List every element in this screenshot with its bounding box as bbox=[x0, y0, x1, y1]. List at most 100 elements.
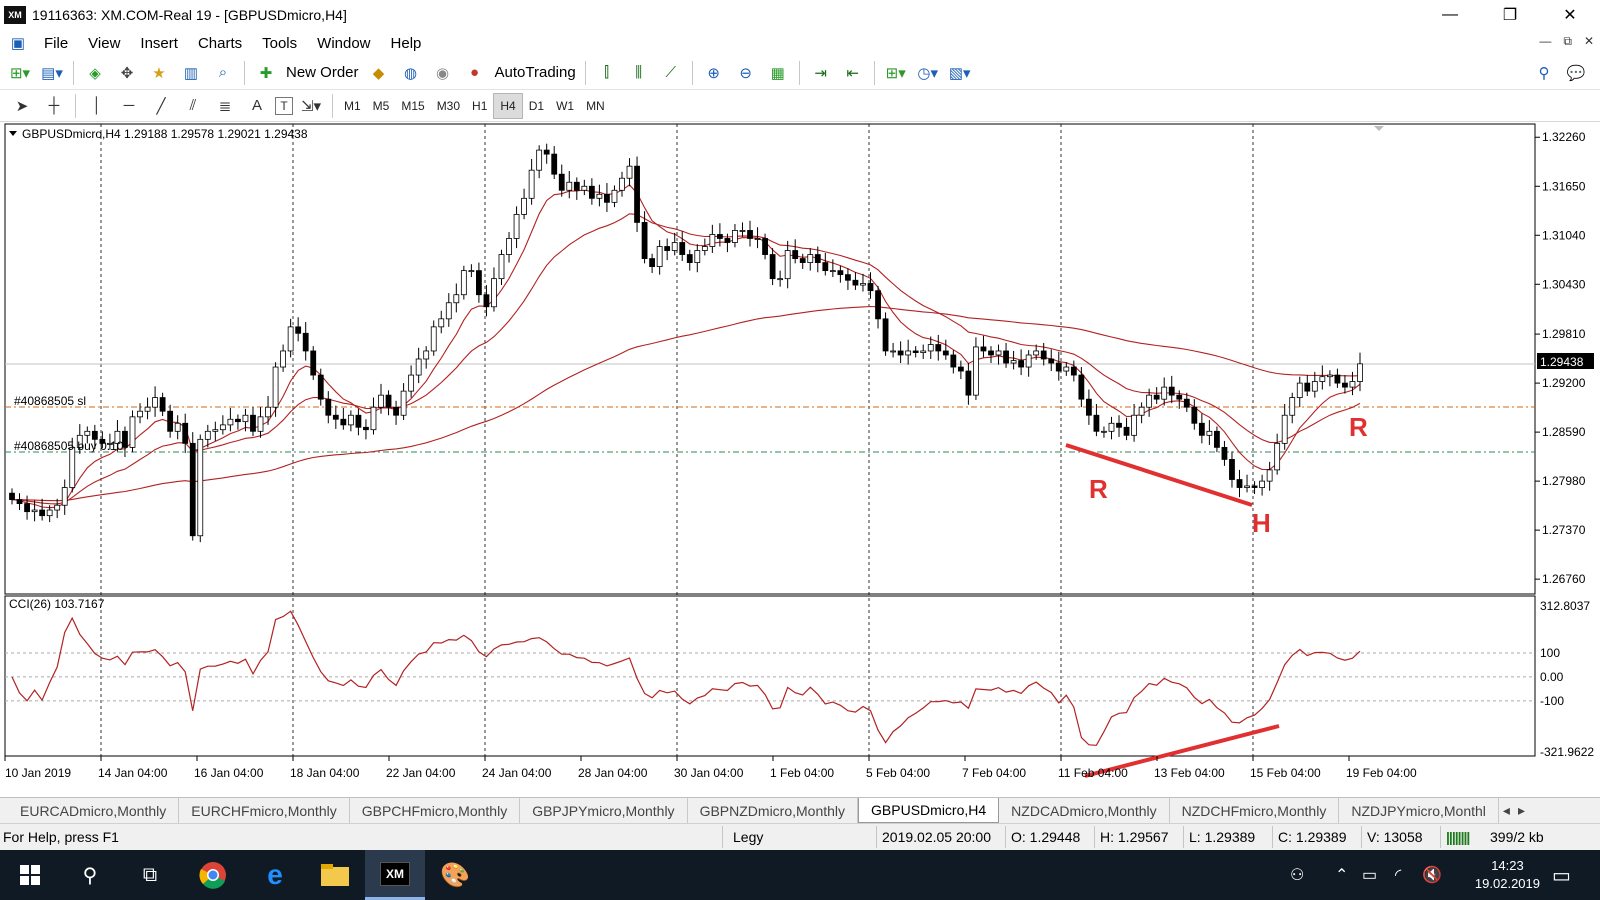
close-button[interactable]: ✕ bbox=[1540, 0, 1600, 30]
profiles-icon[interactable]: ▤▾ bbox=[38, 60, 66, 86]
clock-time: 14:23 bbox=[1491, 858, 1524, 873]
equidistant-channel-icon[interactable]: ⫽ bbox=[179, 93, 207, 119]
annotation-r-left: R bbox=[1089, 474, 1108, 504]
paint-icon[interactable]: 🎨 bbox=[425, 850, 485, 900]
timeframe-w1[interactable]: W1 bbox=[550, 94, 580, 118]
menu-tools[interactable]: Tools bbox=[252, 35, 307, 52]
search-icon[interactable]: ⚲ bbox=[1530, 60, 1558, 86]
bar-chart-icon[interactable]: ⫿ bbox=[593, 60, 621, 86]
zoom-out-icon[interactable]: ⊖ bbox=[732, 60, 760, 86]
timeframe-h1[interactable]: H1 bbox=[466, 94, 493, 118]
battery-icon[interactable]: ▭ bbox=[1362, 850, 1377, 900]
menu-help[interactable]: Help bbox=[381, 35, 432, 52]
candle-body bbox=[709, 234, 716, 247]
tab-nzdcad[interactable]: NZDCADmicro,Monthly bbox=[999, 798, 1170, 823]
autotrading-icon[interactable]: ● bbox=[461, 60, 489, 86]
metaeditor-icon[interactable]: ◆ bbox=[365, 60, 393, 86]
candle-body bbox=[1206, 430, 1213, 436]
navigator-icon[interactable]: ★ bbox=[145, 60, 173, 86]
menu-view[interactable]: View bbox=[78, 35, 130, 52]
menu-insert[interactable]: Insert bbox=[130, 35, 188, 52]
templates-icon[interactable]: ▧▾ bbox=[946, 60, 974, 86]
chart-shift-icon[interactable]: ⇤ bbox=[839, 60, 867, 86]
tile-windows-icon[interactable]: ▦ bbox=[764, 60, 792, 86]
signals-icon[interactable]: ◍ bbox=[397, 60, 425, 86]
fibonacci-icon[interactable]: ≣ bbox=[211, 93, 239, 119]
candle-body bbox=[897, 350, 904, 356]
auto-scroll-icon[interactable]: ⇥ bbox=[807, 60, 835, 86]
market-watch-icon[interactable]: ◈ bbox=[81, 60, 109, 86]
time-tick-label: 28 Jan 04:00 bbox=[578, 766, 648, 780]
volume-muted-icon[interactable]: 🔇 bbox=[1422, 850, 1442, 900]
indicators-icon[interactable]: ⊞▾ bbox=[882, 60, 910, 86]
candle-body bbox=[1085, 398, 1092, 416]
market-icon[interactable]: ◉ bbox=[429, 60, 457, 86]
new-order-icon[interactable]: ✚ bbox=[252, 60, 280, 86]
file-explorer-icon[interactable] bbox=[305, 850, 365, 900]
new-order-button[interactable]: New Order bbox=[282, 64, 363, 81]
task-view-icon[interactable]: ⧉ bbox=[120, 850, 180, 900]
autotrading-button[interactable]: AutoTrading bbox=[491, 64, 580, 81]
timeframe-m1[interactable]: M1 bbox=[338, 94, 367, 118]
tab-gbpusd[interactable]: GBPUSDmicro,H4 bbox=[858, 798, 1000, 823]
tab-scroll-left-icon[interactable]: ◂ bbox=[1499, 798, 1514, 823]
terminal-icon[interactable]: ▥ bbox=[177, 60, 205, 86]
tab-nzdjpy[interactable]: NZDJPYmicro,Monthl bbox=[1339, 798, 1499, 823]
tab-eurcad[interactable]: EURCADmicro,Monthly bbox=[0, 798, 180, 823]
timeframe-m30[interactable]: M30 bbox=[431, 94, 466, 118]
zoom-in-icon[interactable]: ⊕ bbox=[700, 60, 728, 86]
horizontal-line-icon[interactable]: ─ bbox=[115, 93, 143, 119]
tray-chevron-icon[interactable]: ⌃ bbox=[1335, 850, 1348, 900]
cursor-icon[interactable]: ➤ bbox=[8, 93, 36, 119]
text-tool-icon[interactable]: A bbox=[243, 93, 271, 119]
chrome-icon[interactable] bbox=[183, 850, 243, 900]
price-chart[interactable]: GBPUSDmicro,H4 1.29188 1.29578 1.29021 1… bbox=[0, 122, 1600, 798]
trendline-icon[interactable]: ╱ bbox=[147, 93, 175, 119]
tab-gbpjpy[interactable]: GBPJPYmicro,Monthly bbox=[520, 798, 688, 823]
candle-body bbox=[1131, 414, 1137, 436]
periods-icon[interactable]: ◷▾ bbox=[914, 60, 942, 86]
tab-scroll-right-icon[interactable]: ▸ bbox=[1514, 798, 1529, 823]
data-window-icon[interactable]: ✥ bbox=[113, 60, 141, 86]
status-close: C: 1.29389 bbox=[1278, 829, 1347, 845]
search-icon[interactable]: ⚲ bbox=[60, 850, 120, 900]
minimize-button[interactable]: — bbox=[1420, 0, 1480, 30]
tab-gbpchf[interactable]: GBPCHFmicro,Monthly bbox=[350, 798, 521, 823]
notifications-icon[interactable]: ▭ bbox=[1552, 850, 1571, 900]
text-label-icon[interactable]: T bbox=[275, 96, 293, 115]
timeframe-d1[interactable]: D1 bbox=[523, 94, 550, 118]
vertical-line-icon[interactable]: │ bbox=[83, 93, 111, 119]
mdi-minimize-button[interactable]: — bbox=[1539, 34, 1551, 49]
candle-body bbox=[1003, 350, 1009, 364]
timeframe-mn[interactable]: MN bbox=[580, 94, 611, 118]
timeframe-m5[interactable]: M5 bbox=[367, 94, 396, 118]
edge-icon[interactable]: e bbox=[245, 850, 305, 900]
mdi-close-button[interactable]: ✕ bbox=[1584, 34, 1594, 49]
strategy-tester-icon[interactable]: ⌕ bbox=[209, 60, 237, 86]
maximize-button[interactable]: ❐ bbox=[1480, 0, 1540, 30]
taskbar-clock[interactable]: 14:23 19.02.2019 bbox=[1475, 857, 1540, 893]
chat-icon[interactable]: 💬 bbox=[1562, 60, 1590, 86]
timeframe-m15[interactable]: M15 bbox=[395, 94, 430, 118]
windows-start-icon[interactable] bbox=[0, 850, 60, 900]
chart-window[interactable]: GBPUSDmicro,H4 1.29188 1.29578 1.29021 1… bbox=[0, 122, 1600, 798]
menu-file[interactable]: File bbox=[34, 35, 78, 52]
chart-window-icon[interactable]: ▣ bbox=[4, 30, 32, 56]
people-icon[interactable]: ⚇ bbox=[1290, 850, 1304, 900]
new-chart-icon[interactable]: ⊞▾ bbox=[6, 60, 34, 86]
candle-body bbox=[927, 344, 934, 352]
timeframe-h4[interactable]: H4 bbox=[493, 92, 523, 119]
candlestick-chart-icon[interactable]: ⫼ bbox=[625, 60, 653, 86]
menu-window[interactable]: Window bbox=[307, 35, 380, 52]
line-chart-icon[interactable]: ⟋ bbox=[657, 60, 685, 86]
crosshair-icon[interactable]: ┼ bbox=[40, 93, 68, 119]
menu-charts[interactable]: Charts bbox=[188, 35, 252, 52]
tab-nzdchf[interactable]: NZDCHFmicro,Monthly bbox=[1170, 798, 1340, 823]
tab-gbpnzd[interactable]: GBPNZDmicro,Monthly bbox=[688, 798, 859, 823]
mdi-restore-button[interactable]: ⧉ bbox=[1563, 34, 1572, 49]
tab-eurchf[interactable]: EURCHFmicro,Monthly bbox=[179, 798, 350, 823]
candle-body bbox=[16, 499, 23, 505]
xm-terminal-icon[interactable]: XM bbox=[365, 850, 425, 900]
arrows-icon[interactable]: ⇲▾ bbox=[297, 93, 325, 119]
wifi-icon[interactable]: ◜ bbox=[1395, 850, 1401, 900]
